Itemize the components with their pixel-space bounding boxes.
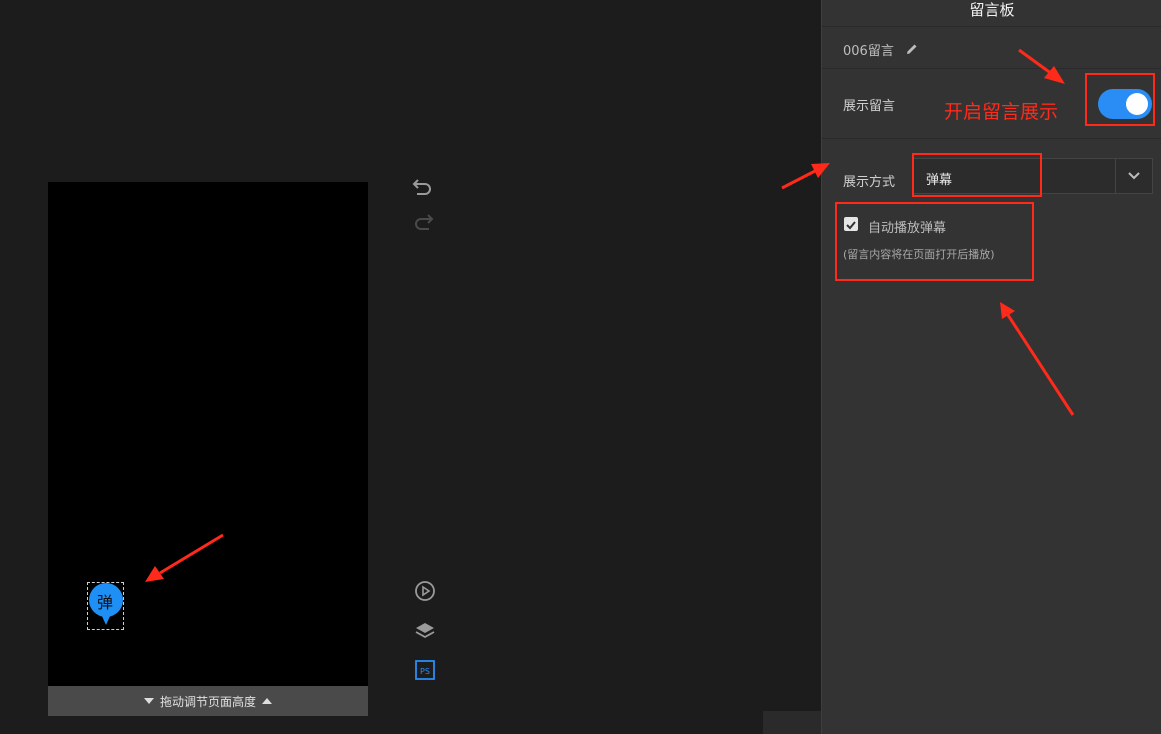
annotation-note: 开启留言展示 bbox=[944, 101, 1059, 123]
pencil-edit-icon[interactable] bbox=[906, 40, 918, 59]
preview-play-icon[interactable] bbox=[413, 579, 437, 603]
ps-icon[interactable]: PS bbox=[413, 658, 437, 682]
annotation-box-autoplay bbox=[835, 202, 1034, 281]
redo-icon[interactable] bbox=[411, 210, 435, 234]
annotation-box-toggle bbox=[1085, 73, 1155, 126]
chevron-down-icon[interactable] bbox=[1115, 159, 1152, 193]
annotation-box-mode bbox=[912, 153, 1042, 197]
panel-corner-tab[interactable] bbox=[763, 711, 821, 734]
page-height-resize-handle[interactable]: 拖动调节页面高度 bbox=[48, 686, 368, 716]
show-comments-label: 展示留言 bbox=[843, 99, 896, 114]
component-name-row: 006留言 bbox=[822, 27, 1161, 69]
display-mode-label: 展示方式 bbox=[843, 175, 896, 190]
danmu-widget[interactable]: 弹 bbox=[87, 582, 124, 630]
svg-text:PS: PS bbox=[420, 667, 430, 676]
component-name: 006留言 bbox=[843, 44, 894, 59]
undo-icon[interactable] bbox=[411, 175, 435, 199]
layers-icon[interactable] bbox=[413, 619, 437, 643]
danmu-widget-label: 弹 bbox=[96, 593, 113, 612]
panel-title: 留言板 bbox=[822, 0, 1161, 27]
triangle-up-icon bbox=[262, 698, 272, 704]
triangle-down-icon bbox=[143, 698, 154, 704]
resize-bar-label: 拖动调节页面高度 bbox=[159, 694, 256, 709]
